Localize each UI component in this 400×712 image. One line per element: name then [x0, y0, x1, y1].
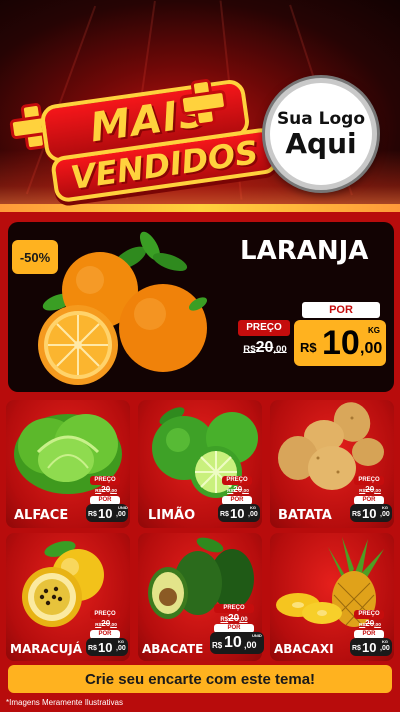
product-name: ALFACE [14, 508, 69, 523]
old-price: R$20,00 [220, 613, 248, 624]
price-dec: ,00 [116, 645, 126, 652]
featured-por-label: POR [302, 302, 380, 318]
price-int: 10 [362, 640, 377, 655]
price-dec: ,00 [248, 511, 258, 518]
price-int: 10 [224, 634, 242, 651]
currency: R$ [352, 645, 361, 652]
product-price-block: PREÇO R$20,00 POR R$ 10 ,00 UNID [210, 604, 264, 654]
currency: R$ [212, 641, 223, 650]
preco-label: PREÇO [354, 476, 384, 485]
product-name: MARACUJÁ [10, 642, 83, 656]
price-dec: ,00 [116, 511, 126, 518]
old-price: R$20,00 [359, 619, 381, 628]
featured-price-dec: ,00 [360, 340, 383, 357]
price-int: 10 [362, 506, 377, 521]
price-int: 10 [98, 506, 113, 521]
product-price-block: PREÇO R$20,00 POR R$ 10 ,00 KG [350, 610, 394, 656]
featured-preco-label: PREÇO [238, 320, 290, 336]
header-banner: MAIS VENDIDOS Sua Logo Aqui [0, 0, 400, 212]
preco-label: PREÇO [90, 610, 120, 619]
price-int: 10 [98, 640, 113, 655]
cta-banner[interactable]: Crie seu encarte com este tema! [8, 665, 392, 693]
currency: R$ [220, 511, 229, 518]
logo-line-1: Sua Logo [276, 109, 366, 129]
product-name: BATATA [278, 508, 332, 523]
logo-line-2: Aqui [285, 127, 357, 160]
old-price: R$20,00 [95, 619, 117, 628]
price-dec: ,00 [380, 645, 390, 652]
product-price-block: PREÇO R$20,00 POR R$ 10 ,00 KG [218, 476, 262, 522]
unit-label: KG [382, 639, 388, 644]
product-name: ABACAXI [274, 642, 334, 656]
currency: R$ [352, 511, 361, 518]
product-name: ABACATE [142, 642, 204, 656]
currency: R$ [88, 645, 97, 652]
featured-unit: KG [368, 326, 380, 335]
header-divider [0, 204, 400, 212]
price-int: 10 [230, 506, 245, 521]
featured-price-block: PREÇO R$20,00 POR R$ 10 ,00 KG [238, 302, 388, 368]
images-disclaimer: *Imagens Meramente Ilustrativas [6, 698, 123, 707]
preco-label: PREÇO [222, 476, 252, 485]
product-price-block: PREÇO R$20,00 POR R$ 10 ,00 KG [86, 610, 130, 656]
featured-old-price: R$20,00 [243, 339, 287, 356]
preco-label: PREÇO [90, 476, 120, 485]
price-dec: ,00 [380, 511, 390, 518]
plus-icon [177, 77, 222, 122]
unit-label: KG [118, 639, 124, 644]
unit-label: UNID [252, 633, 262, 638]
featured-price-int: 10 [322, 324, 360, 362]
price-dec: ,00 [244, 640, 257, 650]
old-price: R$20,00 [359, 485, 381, 494]
preco-label: PREÇO [214, 604, 254, 613]
mais-vendidos-badge: MAIS VENDIDOS [10, 70, 279, 204]
product-price-block: PREÇO R$20,00 POR R$ 10 ,00 KG [350, 476, 394, 522]
product-name: LIMÃO [148, 508, 196, 523]
unit-label: UNID [118, 505, 128, 510]
store-logo-placeholder: Sua Logo Aqui [265, 78, 377, 190]
old-price: R$20,00 [227, 485, 249, 494]
preco-label: PREÇO [354, 610, 384, 619]
old-price: R$20,00 [95, 485, 117, 494]
product-price-block: PREÇO R$20,00 POR R$ 10 ,00 UNID [86, 476, 130, 522]
flyer-page: MAIS VENDIDOS Sua Logo Aqui -50% LARANJA… [0, 0, 400, 712]
discount-badge: -50% [12, 240, 58, 274]
orange-image [38, 231, 208, 385]
currency: R$ [88, 511, 97, 518]
unit-label: KG [382, 505, 388, 510]
featured-product-name: LARANJA [240, 236, 369, 266]
unit-label: KG [250, 505, 256, 510]
featured-currency: R$ [300, 340, 317, 355]
